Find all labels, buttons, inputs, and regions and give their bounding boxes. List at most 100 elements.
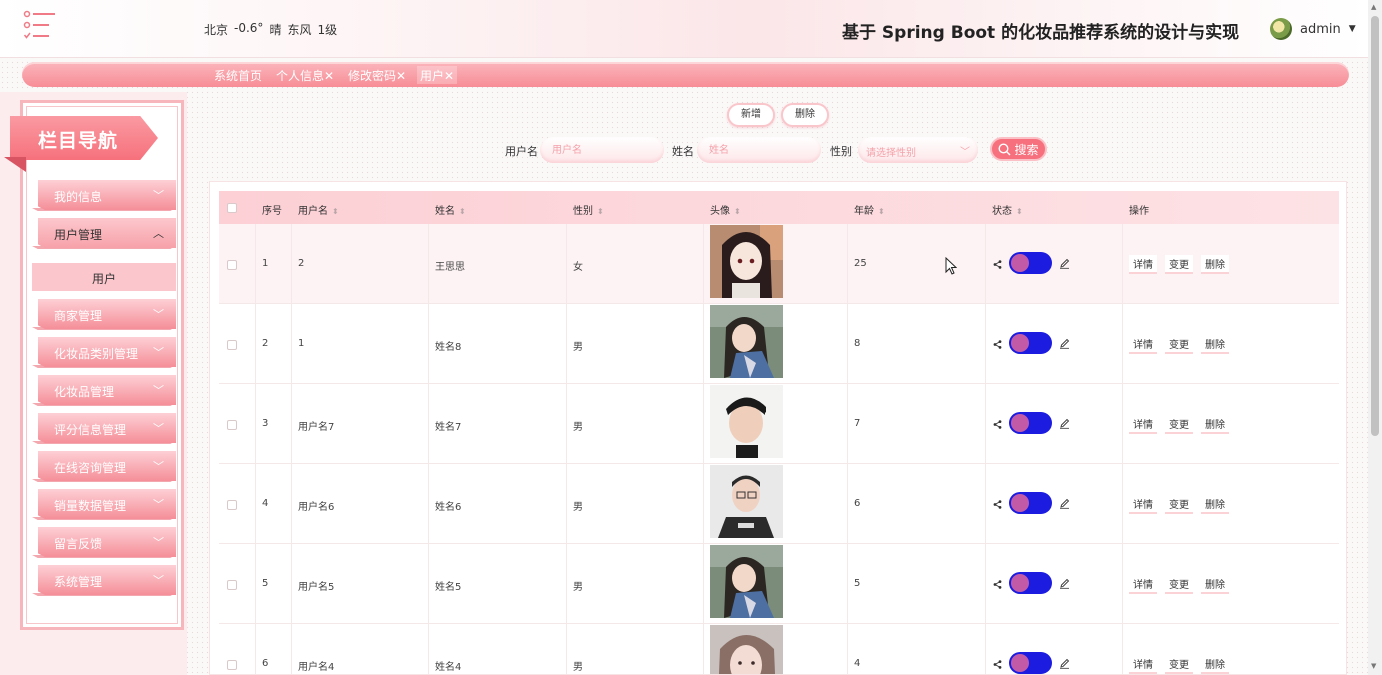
sidebar-item-feedback[interactable]: 留言反馈 ﹀ — [38, 527, 176, 557]
detail-button[interactable]: 详情 — [1129, 415, 1157, 434]
user-avatar-photo[interactable] — [710, 625, 783, 674]
row-checkbox[interactable] — [227, 660, 237, 670]
edit-icon[interactable] — [1059, 658, 1070, 669]
change-button[interactable]: 变更 — [1165, 335, 1193, 354]
user-avatar-photo[interactable] — [710, 225, 783, 298]
edit-icon[interactable] — [1059, 578, 1070, 589]
status-toggle[interactable] — [1009, 412, 1052, 434]
table-row[interactable]: 6 用户名4 姓名4 男 4 详情 变更 删除 — [219, 624, 1339, 674]
user-avatar-photo[interactable] — [710, 305, 783, 378]
share-icon[interactable] — [993, 260, 1002, 269]
row-checkbox[interactable] — [227, 580, 237, 590]
detail-button[interactable]: 详情 — [1129, 575, 1157, 594]
sidebar-item-cosmetics-management[interactable]: 化妆品管理 ﹀ — [38, 375, 176, 405]
search-button[interactable]: 搜索 — [990, 137, 1047, 161]
sidebar-item-user-management[interactable]: 用户管理 ︿ — [38, 218, 176, 248]
change-button[interactable]: 变更 — [1165, 415, 1193, 434]
table-row[interactable]: 3 用户名7 姓名7 男 7 详情 变更 删除 — [219, 384, 1339, 464]
cell-name: 姓名4 — [435, 662, 462, 673]
change-button[interactable]: 变更 — [1165, 495, 1193, 514]
edit-icon[interactable] — [1059, 418, 1070, 429]
status-toggle[interactable] — [1009, 652, 1052, 674]
edit-icon[interactable] — [1059, 258, 1070, 269]
username-input[interactable] — [540, 137, 664, 163]
batch-delete-button[interactable]: 删除 — [781, 103, 829, 127]
edit-icon[interactable] — [1059, 338, 1070, 349]
table-row[interactable]: 2 1 姓名8 男 8 详情 变更 删除 — [219, 304, 1339, 384]
sidebar-item-rating-management[interactable]: 评分信息管理 ﹀ — [38, 413, 176, 443]
row-checkbox[interactable] — [227, 260, 237, 270]
add-button[interactable]: 新增 — [727, 103, 775, 127]
cell-gender: 男 — [573, 422, 583, 433]
cell-gender: 男 — [573, 582, 583, 593]
share-icon[interactable] — [993, 660, 1002, 669]
sidebar-item-category-management[interactable]: 化妆品类别管理 ﹀ — [38, 337, 176, 367]
sidebar-subitem-users[interactable]: 用户 — [32, 263, 176, 291]
tab-profile[interactable]: 个人信息✕ — [273, 66, 337, 84]
user-avatar-photo[interactable] — [710, 545, 783, 618]
column-header-gender[interactable]: 性别 ⬍ — [573, 202, 604, 217]
status-toggle[interactable] — [1009, 572, 1052, 594]
tab-home[interactable]: 系统首页 — [211, 66, 265, 84]
detail-button[interactable]: 详情 — [1129, 255, 1157, 274]
sidebar-item-sales-management[interactable]: 销量数据管理 ﹀ — [38, 489, 176, 519]
user-avatar-photo[interactable] — [710, 465, 783, 538]
delete-button[interactable]: 删除 — [1201, 495, 1229, 514]
cell-gender: 男 — [573, 502, 583, 513]
page-scrollbar[interactable]: ▲ ▼ — [1368, 0, 1382, 675]
row-checkbox[interactable] — [227, 340, 237, 350]
share-icon[interactable] — [993, 340, 1002, 349]
table-row[interactable]: 5 用户名5 姓名5 男 5 详情 变更 删除 — [219, 544, 1339, 624]
delete-button[interactable]: 删除 — [1201, 415, 1229, 434]
sort-icon: ⬍ — [1016, 207, 1023, 216]
table-row[interactable]: 1 2 王思思 女 25 详情 变更 删除 — [219, 224, 1339, 304]
name-label: 姓名 — [672, 145, 694, 158]
status-toggle[interactable] — [1009, 252, 1052, 274]
share-icon[interactable] — [993, 580, 1002, 589]
sidebar-item-merchant-management[interactable]: 商家管理 ﹀ — [38, 299, 176, 329]
sidebar-item-my-info[interactable]: 我的信息 ﹀ — [38, 180, 176, 210]
search-button-label: 搜索 — [1014, 142, 1039, 157]
row-checkbox[interactable] — [227, 500, 237, 510]
user-avatar-photo[interactable] — [710, 385, 783, 458]
scrollbar-thumb[interactable] — [1371, 16, 1379, 436]
column-header-avatar[interactable]: 头像 ⬍ — [710, 202, 741, 217]
edit-icon[interactable] — [1059, 498, 1070, 509]
column-header-username[interactable]: 用户名 ⬍ — [298, 202, 339, 217]
column-header-name[interactable]: 姓名 ⬍ — [435, 202, 466, 217]
column-header-age[interactable]: 年龄 ⬍ — [854, 202, 885, 217]
detail-button[interactable]: 详情 — [1129, 655, 1157, 674]
tab-users[interactable]: 用户✕ — [417, 66, 458, 84]
delete-button[interactable]: 删除 — [1201, 335, 1229, 354]
chevron-down-icon: ﹀ — [153, 536, 164, 549]
cell-username: 用户名5 — [298, 582, 335, 593]
column-header-status[interactable]: 状态 ⬍ — [992, 202, 1023, 217]
row-checkbox[interactable] — [227, 420, 237, 430]
sidebar-item-system-management[interactable]: 系统管理 ﹀ — [38, 565, 176, 595]
detail-button[interactable]: 详情 — [1129, 495, 1157, 514]
change-button[interactable]: 变更 — [1165, 575, 1193, 594]
name-input[interactable] — [697, 137, 821, 163]
scroll-down-icon[interactable]: ▼ — [1371, 662, 1376, 670]
weather-info: 北京 -0.6° 晴 东风 1级 — [204, 21, 337, 38]
scroll-up-icon[interactable]: ▲ — [1371, 3, 1376, 11]
toggle-knob — [1011, 494, 1029, 512]
tab-change-password[interactable]: 修改密码✕ — [345, 66, 409, 84]
cell-name: 姓名8 — [435, 342, 462, 353]
detail-button[interactable]: 详情 — [1129, 335, 1157, 354]
share-icon[interactable] — [993, 420, 1002, 429]
delete-button[interactable]: 删除 — [1201, 255, 1229, 274]
status-toggle[interactable] — [1009, 492, 1052, 514]
select-all-checkbox[interactable] — [227, 203, 237, 213]
share-icon[interactable] — [993, 500, 1002, 509]
sidebar-item-consult-management[interactable]: 在线咨询管理 ﹀ — [38, 451, 176, 481]
table-row[interactable]: 4 用户名6 姓名6 男 6 详情 变更 删除 — [219, 464, 1339, 544]
menu-list-icon[interactable] — [23, 10, 57, 40]
user-menu[interactable]: admin ▼ — [1270, 18, 1356, 40]
gender-select[interactable]: 请选择性别 ﹀ — [858, 137, 978, 163]
delete-button[interactable]: 删除 — [1201, 575, 1229, 594]
status-toggle[interactable] — [1009, 332, 1052, 354]
delete-button[interactable]: 删除 — [1201, 655, 1229, 674]
change-button[interactable]: 变更 — [1165, 255, 1193, 274]
change-button[interactable]: 变更 — [1165, 655, 1193, 674]
